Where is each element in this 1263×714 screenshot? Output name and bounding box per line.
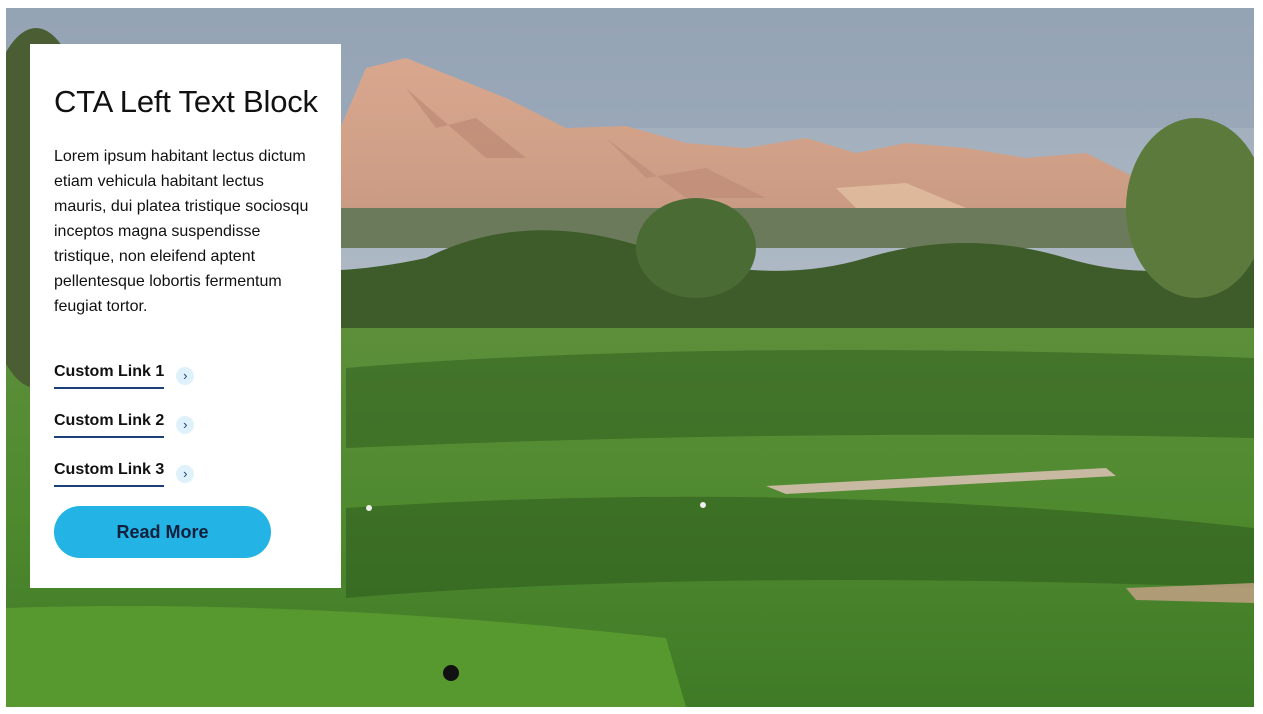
custom-link-row-1: Custom Link 1 › [54,351,317,400]
chevron-right-icon[interactable]: › [176,415,195,434]
custom-link-1[interactable]: Custom Link 1 [54,362,165,389]
cta-card: CTA Left Text Block Lorem ipsum habitant… [30,44,341,588]
cta-body-text: Lorem ipsum habitant lectus dictum etiam… [54,148,309,315]
custom-link-3[interactable]: Custom Link 3 [54,460,165,487]
custom-link-row-3: Custom Link 3 › [54,449,317,498]
cta-links: Custom Link 1 › Custom Link 2 › Custom L… [54,351,317,498]
cta-title: CTA Left Text Block [54,84,318,119]
read-more-button[interactable]: Read More [54,506,271,558]
custom-link-2[interactable]: Custom Link 2 [54,411,165,438]
custom-link-row-2: Custom Link 2 › [54,400,317,449]
chevron-right-icon[interactable]: › [176,366,195,385]
chevron-right-icon[interactable]: › [176,464,195,483]
